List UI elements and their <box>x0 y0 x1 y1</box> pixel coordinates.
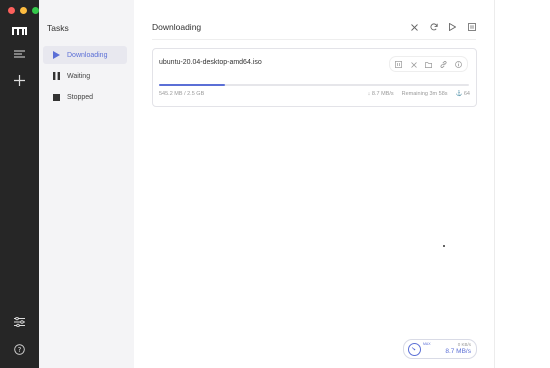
app-window: ? Tasks Downloading Waiting Stopped Down <box>0 0 495 368</box>
pause-icon <box>52 72 60 80</box>
close-icon <box>410 55 417 73</box>
delete-all-button[interactable] <box>410 22 419 31</box>
task-list-label: Waiting <box>67 72 91 80</box>
pause-icon <box>395 55 402 73</box>
resume-all-button[interactable] <box>448 22 457 31</box>
task-list-item-downloading[interactable]: Downloading <box>43 46 127 64</box>
help-icon: ? <box>14 342 25 360</box>
remaining-time-text: Remaining 3m 58s <box>401 91 448 97</box>
main-content: Downloading ubuntu-20.04-desktop-amd64.i… <box>134 0 494 368</box>
cursor-dot <box>443 245 445 247</box>
svg-text:?: ? <box>18 346 22 354</box>
refresh-icon <box>430 18 438 36</box>
header-actions <box>410 22 476 31</box>
pause-task-button[interactable] <box>395 61 402 68</box>
download-speed-text: ↓ 8.7 MB/s <box>367 91 394 97</box>
play-icon <box>449 18 457 36</box>
page-title: Downloading <box>152 22 202 32</box>
speed-limit-label: MAX <box>423 342 431 346</box>
task-filename: ubuntu-20.04-desktop-amd64.iso <box>159 59 262 66</box>
link-icon <box>440 55 447 73</box>
size-progress-text: 545.2 MB / 2.5 GB <box>159 91 205 97</box>
task-card[interactable]: ubuntu-20.04-desktop-amd64.iso 545.2 MB … <box>152 48 477 107</box>
task-list-item-waiting[interactable]: Waiting <box>43 67 127 85</box>
add-icon <box>14 73 25 91</box>
play-icon <box>52 51 60 59</box>
task-list-label: Downloading <box>67 51 108 59</box>
pause-all-button[interactable] <box>467 22 476 31</box>
progress-bar <box>159 84 469 86</box>
window-controls <box>8 7 39 14</box>
task-info-button[interactable] <box>455 61 462 68</box>
panel-title: Tasks <box>47 23 69 33</box>
refresh-button[interactable] <box>429 22 438 31</box>
gauge-icon <box>408 343 421 356</box>
header-divider <box>152 39 476 40</box>
menu-icon <box>14 45 25 63</box>
close-icon <box>411 18 418 36</box>
stop-icon <box>52 93 60 101</box>
task-stats: ↓ 8.7 MB/s Remaining 3m 58s ⚓ 64 <box>368 91 470 97</box>
task-list-item-stopped[interactable]: Stopped <box>43 88 127 106</box>
progress-fill <box>159 84 226 86</box>
upload-speed-text: 0 KB/s <box>457 342 471 347</box>
speedometer-widget[interactable]: MAX 0 KB/s 8.7 MB/s <box>403 339 477 359</box>
logo-icon <box>12 23 27 35</box>
zoom-window-button[interactable] <box>32 7 39 14</box>
task-panel: Tasks Downloading Waiting Stopped <box>39 0 134 368</box>
close-window-button[interactable] <box>8 7 15 14</box>
help-button[interactable]: ? <box>11 342 28 359</box>
task-actions <box>389 56 468 72</box>
connections-text: ⚓ 64 <box>455 91 471 97</box>
info-icon <box>455 55 462 73</box>
menu-button[interactable] <box>11 45 28 62</box>
copy-link-button[interactable] <box>440 61 447 68</box>
preferences-button[interactable] <box>11 314 28 331</box>
open-folder-button[interactable] <box>425 61 432 68</box>
add-task-button[interactable] <box>11 73 28 90</box>
settings-sliders-icon <box>14 314 25 332</box>
task-list-label: Stopped <box>67 93 94 101</box>
delete-task-button[interactable] <box>410 61 417 68</box>
folder-icon <box>425 55 432 73</box>
pause-icon <box>467 18 476 36</box>
sidebar: ? <box>0 0 39 368</box>
download-speed-total-text: 8.7 MB/s <box>445 348 471 355</box>
minimize-window-button[interactable] <box>20 7 27 14</box>
